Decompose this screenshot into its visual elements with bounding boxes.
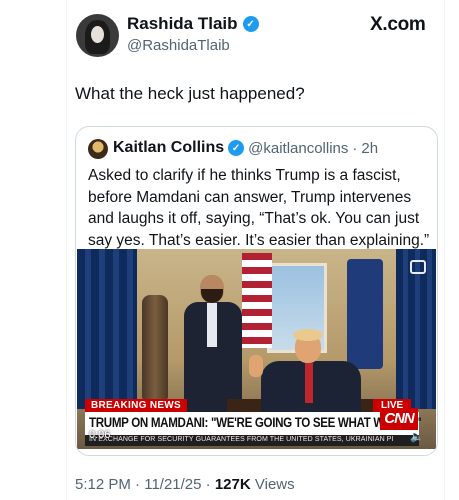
video-duration: 0:06 — [89, 429, 111, 441]
mute-toggle-icon[interactable]: 🔈 — [410, 430, 424, 443]
author-name-row: Rashida Tlaib ✓ — [127, 14, 259, 34]
x-logo: X.com — [370, 14, 426, 35]
cnn-logo: CNN — [380, 408, 418, 430]
quote-author-name[interactable]: Kaitlan Collins — [113, 139, 224, 157]
quote-time-ago[interactable]: 2h — [361, 140, 378, 157]
post-time[interactable]: 5:12 PM — [75, 476, 131, 493]
ticker-text: IN EXCHANGE FOR SECURITY GUARANTEES FROM… — [89, 436, 394, 443]
quote-separator: · — [352, 139, 358, 157]
video-scene-standing-man — [180, 275, 246, 415]
author-name[interactable]: Rashida Tlaib — [127, 14, 238, 34]
quote-header: Kaitlan Collins ✓ @kaitlancollins · 2h — [113, 139, 378, 157]
quote-text: Asked to clarify if he thinks Trump is a… — [88, 167, 430, 249]
breaking-news-label: BREAKING NEWS — [85, 399, 188, 412]
video-scene-seated-man — [249, 329, 365, 421]
meta-separator: · — [135, 476, 141, 493]
verified-badge-icon: ✓ — [242, 16, 259, 32]
quote-author-handle[interactable]: @kaitlancollins — [248, 140, 348, 157]
author-handle[interactable]: @RashidaTlaib — [127, 37, 230, 54]
video-scene-statue — [142, 295, 168, 399]
news-ticker: IN EXCHANGE FOR SECURITY GUARANTEES FROM… — [85, 435, 419, 446]
video-player[interactable]: BREAKING NEWS LIVE TRUMP ON MAMDANI: "WE… — [77, 249, 436, 449]
views-label: Views — [254, 476, 295, 493]
chyron-headline-bar: TRUMP ON MAMDANI: "WE'RE GOING TO SEE WH… — [85, 412, 422, 435]
views-count: 127K — [214, 476, 251, 493]
video-scene-curtain-left — [77, 249, 137, 409]
post-date[interactable]: 11/21/25 — [144, 476, 201, 493]
tweet-text: What the heck just happened? — [75, 84, 305, 103]
post-metadata: 5:12 PM · 11/21/25 · 127K Views — [75, 476, 295, 493]
quote-author-avatar[interactable] — [88, 139, 108, 159]
picture-in-picture-icon[interactable] — [410, 260, 426, 274]
author-avatar[interactable] — [76, 14, 119, 57]
avatar-face — [91, 26, 104, 43]
quoted-tweet[interactable]: Kaitlan Collins ✓ @kaitlancollins · 2h A… — [75, 126, 438, 456]
chyron-headline: TRUMP ON MAMDANI: "WE'RE GOING TO SEE WH… — [89, 415, 422, 430]
quote-verified-badge-icon: ✓ — [228, 140, 245, 156]
meta-separator-2: · — [205, 476, 211, 493]
